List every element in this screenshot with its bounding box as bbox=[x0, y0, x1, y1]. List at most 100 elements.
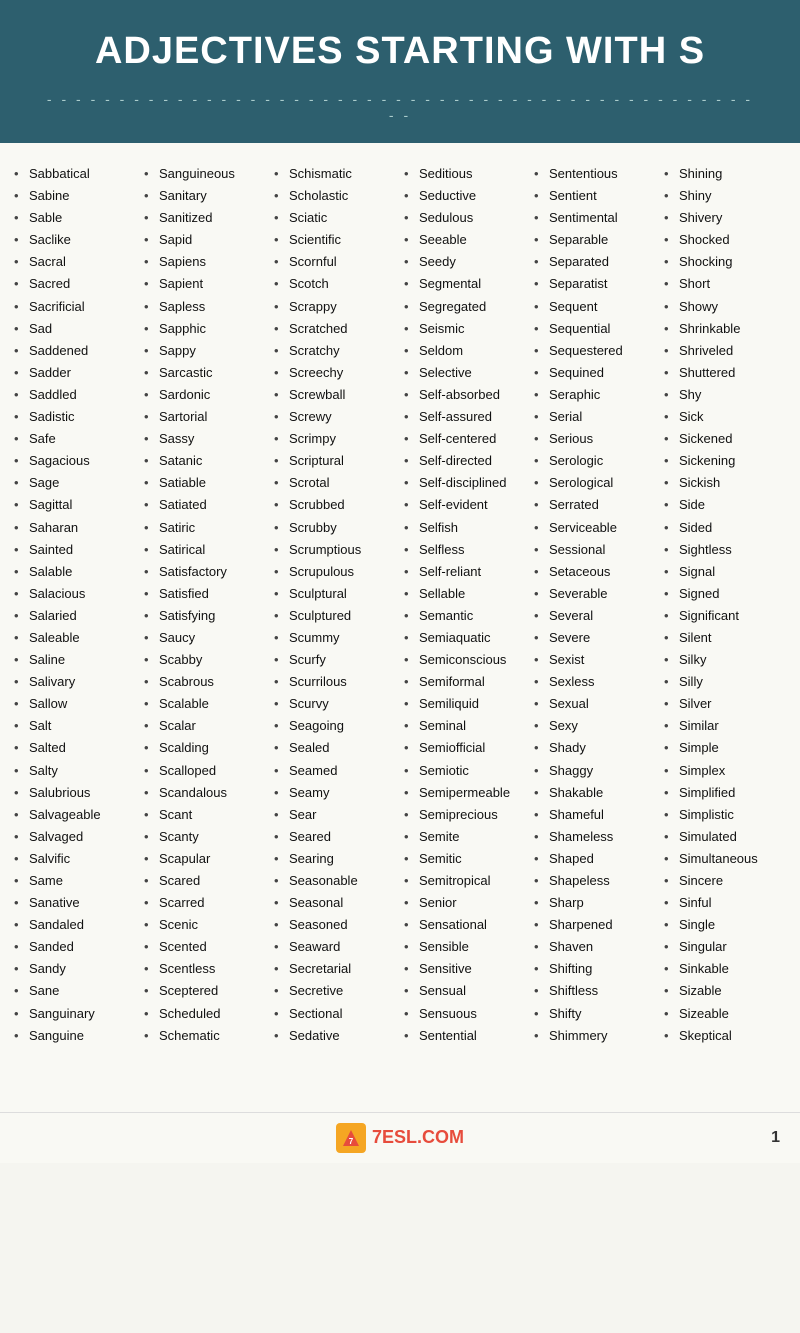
list-item: •Scientific bbox=[274, 229, 396, 251]
word-label: Shrinkable bbox=[679, 318, 740, 340]
word-label: Sanded bbox=[29, 936, 74, 958]
word-label: Sanative bbox=[29, 892, 80, 914]
word-label: Skeptical bbox=[679, 1025, 732, 1047]
bullet-icon: • bbox=[144, 561, 154, 583]
list-item: •Self-disciplined bbox=[404, 472, 526, 494]
word-label: Schismatic bbox=[289, 163, 352, 185]
bullet-icon: • bbox=[144, 936, 154, 958]
bullet-icon: • bbox=[664, 870, 674, 892]
list-item: •Serologic bbox=[534, 450, 656, 472]
word-label: Sectional bbox=[289, 1003, 342, 1025]
word-label: Significant bbox=[679, 605, 739, 627]
word-label: Salaried bbox=[29, 605, 77, 627]
word-label: Sanitized bbox=[159, 207, 212, 229]
word-label: Sharpened bbox=[549, 914, 613, 936]
bullet-icon: • bbox=[404, 517, 414, 539]
logo-esl: ESL bbox=[382, 1127, 417, 1147]
word-label: Salt bbox=[29, 715, 51, 737]
bullet-icon: • bbox=[274, 340, 284, 362]
list-item: •Sable bbox=[14, 207, 136, 229]
bullet-icon: • bbox=[144, 605, 154, 627]
bullet-icon: • bbox=[664, 296, 674, 318]
word-label: Seasoned bbox=[289, 914, 348, 936]
word-label: Sinkable bbox=[679, 958, 729, 980]
list-item: •Scrubby bbox=[274, 517, 396, 539]
column-col1: •Sabbatical•Sabine•Sable•Saclike•Sacral•… bbox=[10, 158, 140, 1052]
bullet-icon: • bbox=[274, 715, 284, 737]
bullet-icon: • bbox=[664, 251, 674, 273]
word-label: Scalar bbox=[159, 715, 196, 737]
bullet-icon: • bbox=[534, 185, 544, 207]
list-item: •Self-evident bbox=[404, 494, 526, 516]
bullet-icon: • bbox=[274, 1003, 284, 1025]
list-item: •Sexual bbox=[534, 693, 656, 715]
word-label: Shameless bbox=[549, 826, 613, 848]
list-item: •Satiated bbox=[144, 494, 266, 516]
bullet-icon: • bbox=[144, 870, 154, 892]
list-item: •Sentential bbox=[404, 1025, 526, 1047]
bullet-icon: • bbox=[404, 782, 414, 804]
bullet-icon: • bbox=[664, 450, 674, 472]
bullet-icon: • bbox=[404, 472, 414, 494]
word-label: Scurrilous bbox=[289, 671, 347, 693]
bullet-icon: • bbox=[274, 958, 284, 980]
list-item: •Sensuous bbox=[404, 1003, 526, 1025]
bullet-icon: • bbox=[14, 561, 24, 583]
bullet-icon: • bbox=[664, 318, 674, 340]
list-item: •Scented bbox=[144, 936, 266, 958]
list-item: •Sickish bbox=[664, 472, 786, 494]
word-label: Scalloped bbox=[159, 760, 216, 782]
bullet-icon: • bbox=[144, 826, 154, 848]
bullet-icon: • bbox=[404, 804, 414, 826]
word-label: Scrubby bbox=[289, 517, 337, 539]
bullet-icon: • bbox=[664, 671, 674, 693]
word-label: Scalding bbox=[159, 737, 209, 759]
list-item: •Seaward bbox=[274, 936, 396, 958]
word-label: Sententious bbox=[549, 163, 618, 185]
word-label: Sable bbox=[29, 207, 62, 229]
list-item: •Scrubbed bbox=[274, 494, 396, 516]
list-item: •Singular bbox=[664, 936, 786, 958]
list-item: •Scholastic bbox=[274, 185, 396, 207]
bullet-icon: • bbox=[664, 207, 674, 229]
bullet-icon: • bbox=[534, 472, 544, 494]
bullet-icon: • bbox=[664, 804, 674, 826]
word-label: Salivary bbox=[29, 671, 75, 693]
bullet-icon: • bbox=[144, 539, 154, 561]
word-label: Sandy bbox=[29, 958, 66, 980]
word-label: Semiconscious bbox=[419, 649, 506, 671]
bullet-icon: • bbox=[14, 804, 24, 826]
word-label: Sacred bbox=[29, 273, 70, 295]
word-label: Seditious bbox=[419, 163, 472, 185]
list-item: •Sinful bbox=[664, 892, 786, 914]
word-label: Shriveled bbox=[679, 340, 733, 362]
bullet-icon: • bbox=[144, 715, 154, 737]
list-item: •Shameless bbox=[534, 826, 656, 848]
word-label: Sentential bbox=[419, 1025, 477, 1047]
list-item: •Saline bbox=[14, 649, 136, 671]
list-item: •Sexy bbox=[534, 715, 656, 737]
bullet-icon: • bbox=[404, 406, 414, 428]
word-label: Sacrificial bbox=[29, 296, 85, 318]
bullet-icon: • bbox=[534, 760, 544, 782]
word-label: Scared bbox=[159, 870, 200, 892]
bullet-icon: • bbox=[534, 1003, 544, 1025]
word-label: Sellable bbox=[419, 583, 465, 605]
bullet-icon: • bbox=[274, 539, 284, 561]
bullet-icon: • bbox=[274, 1025, 284, 1047]
bullet-icon: • bbox=[404, 318, 414, 340]
word-label: Sacral bbox=[29, 251, 66, 273]
bullet-icon: • bbox=[274, 207, 284, 229]
word-label: Sickish bbox=[679, 472, 720, 494]
word-label: Semiotic bbox=[419, 760, 469, 782]
list-item: •Salubrious bbox=[14, 782, 136, 804]
bullet-icon: • bbox=[664, 583, 674, 605]
bullet-icon: • bbox=[664, 185, 674, 207]
list-item: •Scalar bbox=[144, 715, 266, 737]
list-item: •Scenic bbox=[144, 914, 266, 936]
word-label: Self-directed bbox=[419, 450, 492, 472]
list-item: •Seductive bbox=[404, 185, 526, 207]
list-item: •Sceptered bbox=[144, 980, 266, 1002]
list-item: •Salty bbox=[14, 760, 136, 782]
bullet-icon: • bbox=[404, 362, 414, 384]
